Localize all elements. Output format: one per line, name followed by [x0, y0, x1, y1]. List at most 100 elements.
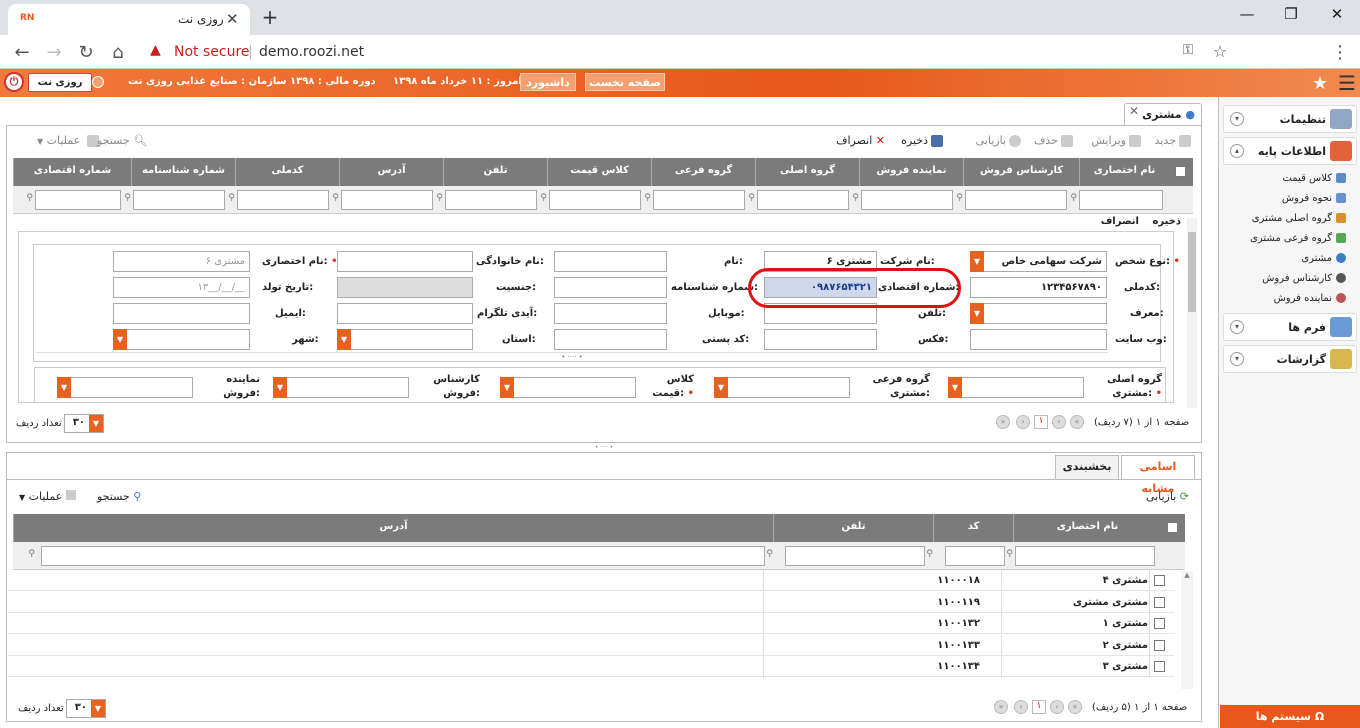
price-class-select[interactable] [500, 377, 636, 398]
filter-address[interactable] [41, 546, 765, 566]
price-class-dropdown-icon[interactable]: ▼ [500, 377, 514, 398]
bottom-search-button[interactable]: جستجو ⚲ [97, 490, 141, 503]
col-national-code[interactable]: کدملی [235, 158, 339, 186]
col-id-number[interactable]: شماره شناسنامه [131, 158, 235, 186]
tab-similar-names[interactable]: اسامی مشابه [1121, 455, 1195, 495]
home-page-button[interactable]: صفحه نخست [585, 73, 665, 91]
city-select[interactable] [113, 329, 250, 350]
back-icon[interactable]: ← [10, 42, 34, 63]
sub-group-dropdown-icon[interactable]: ▼ [714, 377, 728, 398]
col-phone[interactable]: تلفن [773, 514, 933, 542]
col-short-name[interactable]: نام اختصاری [1079, 158, 1169, 186]
table-row[interactable]: مشتری ۱ ۱۱۰۰۱۳۲ [8, 613, 1174, 634]
filter-national-code[interactable] [237, 190, 329, 210]
col-sub-group[interactable]: گروه فرعی [651, 158, 755, 186]
form-splitter[interactable]: • ···· • [36, 352, 1108, 361]
filter-icon[interactable]: ⚲ [852, 193, 859, 203]
filter-main-group[interactable] [757, 190, 849, 210]
table-row[interactable]: مشتری ۲ ۱۱۰۰۱۳۳ [8, 635, 1174, 656]
refresh-button[interactable]: بازیابی [976, 134, 1021, 147]
sales-expert-dropdown-icon[interactable]: ▼ [273, 377, 287, 398]
sidebar-item-sales-agent[interactable]: نماینده فروش [1274, 293, 1346, 304]
filter-icon[interactable]: ⚲ [26, 193, 33, 203]
col-code[interactable]: کد [933, 514, 1013, 542]
filter-icon[interactable]: ⚲ [332, 193, 339, 203]
url-field[interactable]: ▲ Not secure | demo.roozi.net [140, 39, 1240, 65]
panel-splitter[interactable]: • ···· • [6, 444, 1202, 451]
filter-short-name[interactable] [1079, 190, 1163, 210]
first-page-icon[interactable]: « [1070, 415, 1084, 429]
operations-menu[interactable]: ▼ عملیات [37, 134, 99, 147]
select-all-checkbox[interactable] [1175, 166, 1186, 177]
row-checkbox[interactable] [1154, 575, 1165, 586]
row-checkbox[interactable] [1154, 618, 1165, 629]
family-name-input[interactable] [337, 251, 473, 272]
filter-sales-agent[interactable] [861, 190, 953, 210]
key-icon[interactable]: ⚿ [1176, 42, 1200, 58]
sidebar-group-settings[interactable]: ▾ تنظیمات [1223, 105, 1357, 133]
row-checkbox[interactable] [1154, 661, 1165, 672]
col-main-group[interactable]: گروه اصلی [755, 158, 859, 186]
sales-agent-select[interactable] [57, 377, 193, 398]
col-address[interactable]: آدرس [13, 514, 773, 542]
gender-select[interactable] [337, 277, 473, 298]
filter-icon[interactable]: ⚲ [540, 193, 547, 203]
sidebar-group-base-info[interactable]: ▴ اطلاعات پایه [1223, 137, 1357, 165]
reload-icon[interactable]: ↻ [74, 42, 98, 63]
prev-page-icon[interactable]: ‹ [1052, 415, 1066, 429]
scrollbar[interactable] [1187, 218, 1197, 408]
filter-sub-group[interactable] [653, 190, 745, 210]
filter-short-name[interactable] [1015, 546, 1155, 566]
filter-icon[interactable]: ⚲ [926, 549, 933, 559]
scrollbar-thumb[interactable] [1188, 232, 1196, 312]
close-tab-icon[interactable]: ✕ [226, 10, 239, 28]
filter-icon[interactable]: ⚲ [644, 193, 651, 203]
close-window-icon[interactable]: ✕ [1322, 5, 1352, 23]
filter-icon[interactable]: ⚲ [28, 549, 35, 559]
edit-button[interactable]: ویرایش [1091, 134, 1141, 147]
person-type-dropdown-icon[interactable]: ▼ [970, 251, 984, 272]
dashboard-button[interactable]: داشبورد [520, 73, 576, 91]
cancel-button[interactable]: انصراف ✕ [836, 134, 885, 147]
close-panel-icon[interactable]: ✕ [1129, 104, 1139, 118]
filter-price-class[interactable] [549, 190, 641, 210]
row-checkbox[interactable] [1154, 597, 1165, 608]
new-button[interactable]: جدید [1155, 134, 1191, 147]
page-number[interactable]: ۱ [1034, 415, 1048, 429]
filter-icon[interactable]: ⚲ [1006, 549, 1013, 559]
home-icon[interactable]: ⌂ [106, 42, 130, 63]
filter-icon[interactable]: ⚲ [766, 549, 773, 559]
delete-button[interactable]: حذف [1034, 134, 1073, 147]
referrer-select[interactable] [970, 303, 1107, 324]
referrer-dropdown-icon[interactable]: ▼ [970, 303, 984, 324]
minimize-icon[interactable]: — [1232, 5, 1262, 23]
table-row[interactable]: مشتری مشتری ۱۱۰۰۱۱۹ [8, 592, 1174, 613]
birth-date-input[interactable]: ۱۳__/__/__ [113, 277, 250, 298]
filter-icon[interactable]: ⚲ [228, 193, 235, 203]
hamburger-menu-icon[interactable]: ☰ [1338, 71, 1356, 95]
browser-menu-icon[interactable]: ⋮ [1328, 42, 1352, 63]
main-group-select[interactable] [948, 377, 1084, 398]
favorite-star-icon[interactable]: ★ [1312, 73, 1328, 94]
fax-input[interactable] [764, 329, 877, 350]
postal-code-input[interactable] [554, 329, 667, 350]
sidebar-group-reports[interactable]: ▾ گزارشات [1223, 345, 1357, 373]
page-number[interactable]: ۱ [1032, 700, 1046, 714]
sales-agent-dropdown-icon[interactable]: ▼ [57, 377, 71, 398]
col-address[interactable]: آدرس [339, 158, 443, 186]
table-row[interactable]: مشتری ۳ ۱۱۰۰۱۳۴ [8, 656, 1174, 677]
new-tab-button[interactable]: + [258, 7, 282, 29]
restore-icon[interactable]: ❐ [1276, 5, 1306, 23]
sidebar-item-sales-expert[interactable]: کارشناس فروش [1262, 273, 1346, 284]
national-code-input[interactable]: ۱۲۳۴۵۶۷۸۹۰ [970, 277, 1107, 298]
filter-icon[interactable]: ⚲ [436, 193, 443, 203]
sidebar-item-main-group[interactable]: گروه اصلی مشتری [1252, 213, 1346, 224]
filter-phone[interactable] [445, 190, 537, 210]
filter-address[interactable] [341, 190, 433, 210]
mobile-input[interactable] [554, 303, 667, 324]
inline-cancel-button[interactable]: انصراف [1101, 216, 1139, 227]
id-number-input[interactable] [554, 277, 667, 298]
bottom-refresh-button[interactable]: بازیابی ⟳ [1146, 490, 1189, 503]
sidebar-group-forms[interactable]: ▾ فرم ها [1223, 313, 1357, 341]
systems-button[interactable]: سیستم ها Ω [1220, 705, 1360, 728]
